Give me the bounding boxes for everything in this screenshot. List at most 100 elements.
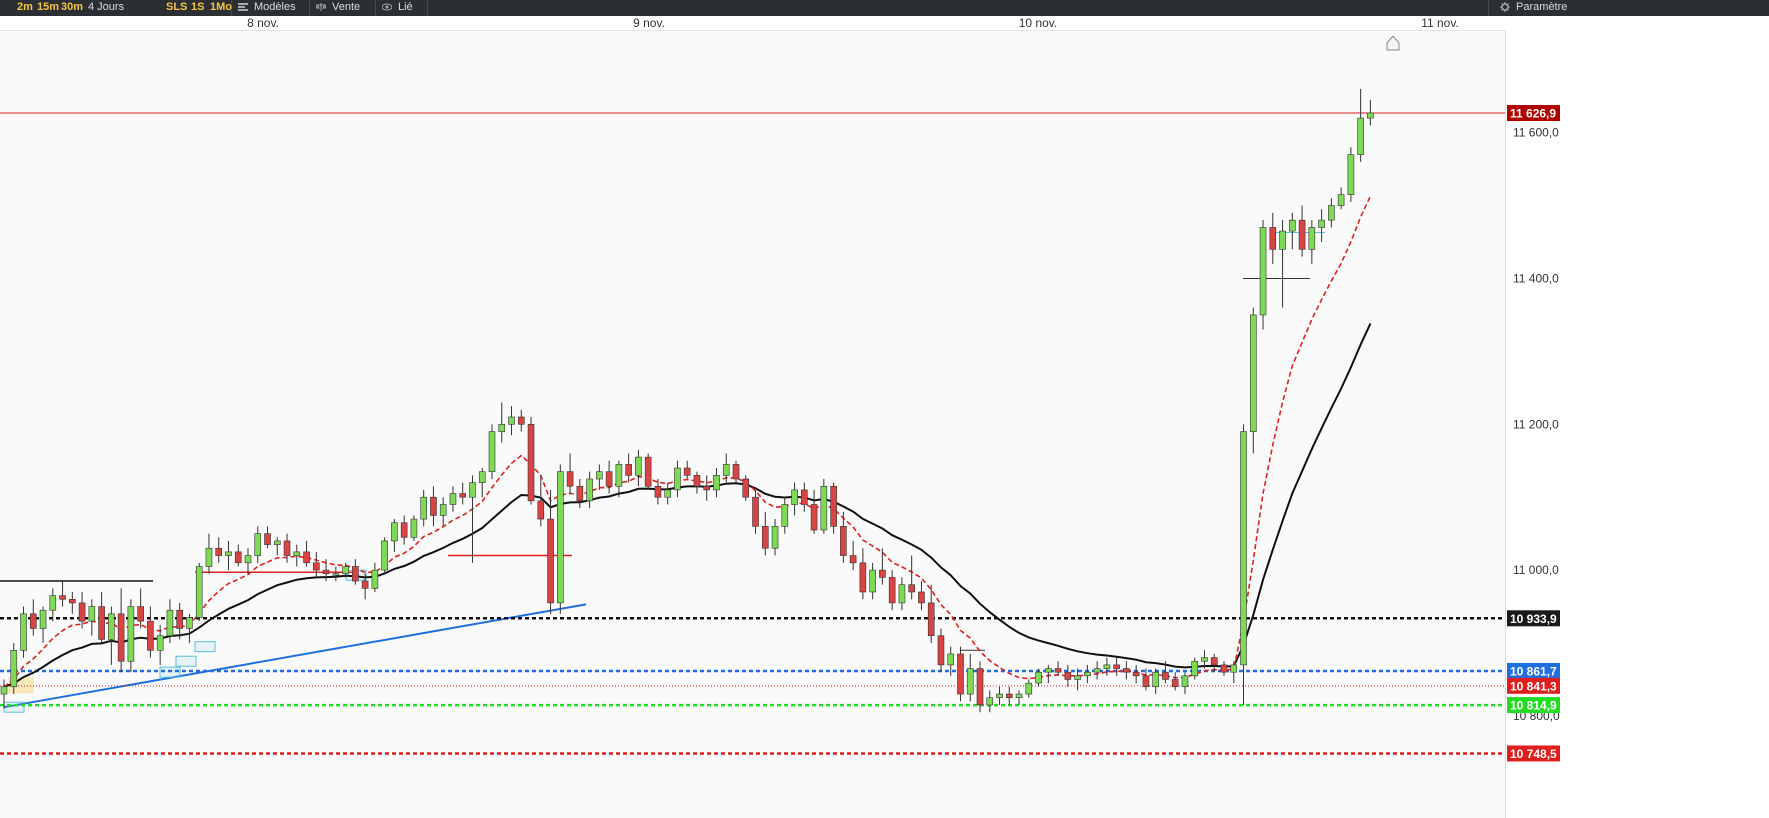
timeframe-sls-button[interactable]: SLS: [163, 0, 190, 14]
y-tick-label: 11 200,0: [1513, 417, 1559, 431]
candle: [1259, 220, 1267, 330]
candle-body-down: [215, 547, 223, 556]
candle-body-up: [88, 606, 96, 622]
candle-body-down: [1210, 657, 1218, 666]
candle-body-down: [1064, 671, 1072, 680]
candle-body-down: [801, 489, 808, 505]
candle-body-down: [313, 562, 320, 571]
candle-body-up: [1025, 682, 1033, 695]
price-tag-label: 10 814,9: [1510, 699, 1557, 713]
candle-body-down: [352, 566, 359, 582]
candle-body-up: [635, 456, 642, 476]
settings-button[interactable]: Paramètre: [1488, 0, 1769, 16]
candle-body-up: [1289, 219, 1296, 232]
candle-body-down: [830, 485, 837, 527]
candle-body-up: [1074, 675, 1081, 680]
pattern-box[interactable]: [175, 655, 197, 667]
candle-body-down: [283, 540, 291, 556]
pattern-box[interactable]: [3, 701, 25, 713]
candle-body-up: [1259, 227, 1267, 316]
candle-body-up: [410, 518, 418, 538]
candle: [527, 417, 535, 505]
candle-body-down: [400, 522, 408, 538]
candle-body-down: [761, 526, 769, 549]
candle: [957, 646, 964, 702]
candle-body-down: [1269, 227, 1277, 250]
candle-body-down: [78, 602, 86, 622]
candle-body-down: [927, 602, 935, 637]
candle-body-up: [195, 566, 203, 618]
candle-body-down: [29, 613, 37, 629]
candle-body-down: [234, 551, 242, 564]
candle-body-up: [225, 551, 232, 556]
candle-body-up: [1308, 227, 1316, 250]
pattern-box[interactable]: [194, 641, 216, 653]
sell-label: Vente: [332, 1, 361, 13]
y-tick-label: 11 000,0: [1513, 563, 1559, 577]
candle-body-up: [20, 613, 27, 651]
candle-body-down: [147, 620, 154, 651]
x-date-label: 8 nov.: [247, 16, 279, 30]
timeframe-2m-button[interactable]: 2m: [14, 0, 36, 14]
candle-body-down: [644, 456, 652, 487]
candle: [1249, 307, 1257, 454]
x-date-label: 11 nov.: [1421, 16, 1459, 30]
candle-body-up: [0, 686, 8, 695]
candle-body-up: [674, 467, 681, 491]
timeframe-group-left: 2m 15m 30m 4 Jours SLS 1S 1Mo: [0, 0, 232, 16]
candle-body-down: [566, 471, 574, 487]
linked-button[interactable]: Lié: [376, 0, 428, 16]
timeframe-30m-button[interactable]: 30m: [58, 0, 86, 14]
candle-body-down: [1171, 679, 1179, 688]
candle-body-up: [166, 609, 174, 637]
candle-body-up: [439, 504, 447, 516]
candle-body-up: [1357, 117, 1364, 155]
candle-body-down: [527, 423, 535, 502]
candle-body-up: [1035, 671, 1042, 684]
candle-body-up: [1367, 112, 1374, 119]
price-tag-label: 10 748,5: [1510, 747, 1557, 761]
candle-body-down: [59, 595, 66, 600]
candle-body-up: [1181, 675, 1189, 688]
candle-body-up: [371, 569, 379, 589]
candle-body-up: [781, 504, 789, 527]
candle-body-up: [1015, 693, 1023, 699]
candle: [644, 453, 652, 490]
price-chart[interactable]: 11 600,011 400,011 200,011 000,010 800,0…: [0, 16, 1769, 818]
candle-body-down: [742, 478, 750, 498]
candle: [830, 482, 837, 534]
candle-body-up: [1347, 154, 1355, 195]
candle-body-up: [1279, 230, 1286, 250]
candle-body-down: [1123, 668, 1130, 673]
candle-body-up: [498, 423, 506, 432]
range-selector[interactable]: 4 Jours: [88, 0, 124, 14]
candle-body-up: [332, 573, 340, 576]
candle-body-up: [586, 478, 593, 502]
candle-body-up: [273, 540, 281, 545]
candle-body-down: [879, 569, 886, 578]
timeframe-1s-button[interactable]: 1S: [188, 0, 207, 14]
price-tag-label: 10 861,7: [1510, 664, 1557, 678]
candle-body-up: [557, 471, 564, 604]
sell-button[interactable]: Vente: [310, 0, 376, 16]
candle-body-down: [517, 416, 525, 425]
candle-body-up: [722, 464, 730, 476]
candle: [557, 464, 564, 614]
candle-body-down: [849, 555, 857, 564]
candle-body-up: [420, 496, 427, 520]
candle-body-down: [537, 500, 545, 520]
candle-body-up: [898, 584, 906, 604]
candle-body-down: [430, 496, 437, 516]
candle-body-up: [1093, 668, 1101, 673]
models-icon: [238, 3, 248, 12]
price-tag-label: 10 933,9: [1510, 612, 1557, 626]
timeframe-1mo-button[interactable]: 1Mo: [207, 0, 235, 14]
candle-body-up: [478, 471, 486, 483]
models-button[interactable]: Modèles: [232, 0, 310, 16]
candle-body-up: [156, 635, 164, 651]
candle-body-down: [137, 606, 144, 622]
candle-body-down: [859, 562, 867, 593]
candle: [820, 478, 828, 534]
candle-body-up: [381, 540, 388, 571]
y-tick-label: 11 600,0: [1513, 126, 1559, 140]
